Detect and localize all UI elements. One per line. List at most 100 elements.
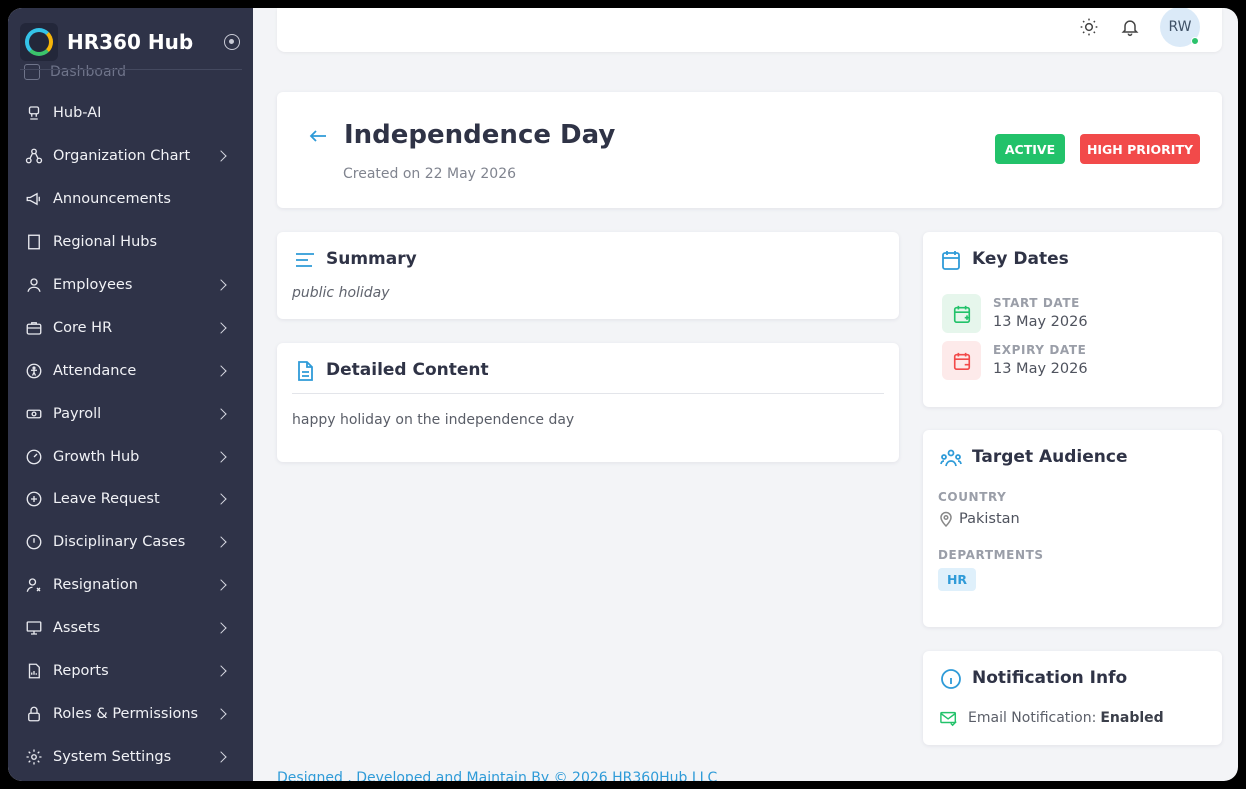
money-icon bbox=[24, 404, 44, 424]
sidebar-item-reports[interactable]: Reports bbox=[8, 650, 253, 693]
sidebar-divider bbox=[20, 69, 242, 70]
info-icon bbox=[940, 668, 962, 690]
map-pin-icon bbox=[940, 511, 952, 527]
chevron-right-icon bbox=[215, 751, 227, 763]
user-avatar[interactable]: RW bbox=[1160, 8, 1200, 47]
footer-credit: Designed , Developed and Maintain By © 2… bbox=[277, 770, 718, 781]
sidebar-item-announcements[interactable]: Announcements bbox=[8, 178, 253, 221]
sidebar-item-label: Organization Chart bbox=[53, 148, 191, 165]
departments-label: DEPARTMENTS bbox=[938, 548, 1044, 562]
sidebar-item-assets[interactable]: Assets bbox=[8, 607, 253, 650]
detailed-content-text: happy holiday on the independence day bbox=[292, 412, 575, 428]
sidebar-item-regional-hubs[interactable]: Regional Hubs bbox=[8, 221, 253, 264]
plus-circle-icon bbox=[24, 489, 44, 509]
chevron-right-icon bbox=[215, 408, 227, 420]
sidebar-toggle-icon[interactable] bbox=[224, 34, 240, 50]
sidebar-item-label: Regional Hubs bbox=[53, 234, 158, 251]
detailed-content-heading: Detailed Content bbox=[326, 360, 489, 380]
app-name: HR360 Hub bbox=[67, 30, 194, 54]
sidebar-item-label: Leave Request bbox=[53, 491, 160, 508]
page-title: Independence Day bbox=[344, 120, 616, 150]
robot-icon bbox=[24, 103, 44, 123]
briefcase-icon bbox=[24, 318, 44, 338]
sidebar-item-label: Announcements bbox=[53, 191, 171, 208]
theme-toggle-sun-icon[interactable] bbox=[1079, 17, 1099, 37]
lock-icon bbox=[24, 704, 44, 724]
sidebar-item-label: Resignation bbox=[53, 577, 138, 594]
sidebar-item-label: Hub-AI bbox=[53, 105, 102, 122]
expiry-date-label: EXPIRY DATE bbox=[993, 343, 1087, 357]
sidebar-item-label: Dashboard bbox=[50, 64, 126, 80]
sidebar-item-label: Reports bbox=[53, 663, 109, 680]
status-badge: ACTIVE bbox=[995, 134, 1065, 164]
sidebar-item-disciplinary-cases[interactable]: Disciplinary Cases bbox=[8, 521, 253, 564]
key-dates-heading: Key Dates bbox=[972, 249, 1069, 269]
online-status-indicator bbox=[1191, 37, 1199, 45]
org-chart-icon bbox=[24, 146, 44, 166]
sidebar-item-dashboard[interactable]: Dashboard bbox=[24, 64, 126, 80]
email-notification-row: Email Notification: Enabled bbox=[940, 709, 1164, 727]
announcement-header-card: Independence Day Created on 22 May 2026 … bbox=[277, 92, 1222, 208]
chevron-right-icon bbox=[215, 665, 227, 677]
sidebar-item-roles-permissions[interactable]: Roles & Permissions bbox=[8, 692, 253, 735]
chevron-right-icon bbox=[215, 365, 227, 377]
sidebar-item-label: System Settings bbox=[53, 748, 172, 765]
start-date-value: 13 May 2026 bbox=[993, 314, 1088, 330]
chevron-right-icon bbox=[215, 450, 227, 463]
alert-circle-icon bbox=[24, 532, 44, 552]
sidebar-item-label: Growth Hub bbox=[53, 448, 140, 465]
calendar-icon bbox=[940, 249, 962, 271]
back-arrow-icon[interactable] bbox=[309, 128, 327, 142]
chevron-right-icon bbox=[215, 279, 227, 291]
top-bar: RW bbox=[277, 8, 1222, 52]
sidebar-item-label: Roles & Permissions bbox=[53, 705, 199, 722]
megaphone-icon bbox=[24, 189, 44, 209]
start-date-label: START DATE bbox=[993, 296, 1080, 310]
sidebar-item-leave-request[interactable]: Leave Request bbox=[8, 478, 253, 521]
sidebar-item-system-settings[interactable]: System Settings bbox=[8, 735, 253, 778]
brand[interactable]: HR360 Hub bbox=[20, 16, 242, 68]
sidebar-item-resignation[interactable]: Resignation bbox=[8, 564, 253, 607]
country-label: COUNTRY bbox=[938, 490, 1007, 504]
calendar-minus-icon bbox=[942, 341, 981, 380]
summary-card: Summary public holiday bbox=[277, 232, 899, 319]
dashboard-icon bbox=[24, 64, 40, 80]
chevron-right-icon bbox=[215, 536, 227, 549]
sidebar-item-organization-chart[interactable]: Organization Chart bbox=[8, 135, 253, 178]
sidebar-item-label: Core HR bbox=[53, 319, 113, 336]
chevron-right-icon bbox=[215, 579, 227, 591]
sidebar-item-payroll[interactable]: Payroll bbox=[8, 392, 253, 435]
chevron-right-icon bbox=[215, 622, 227, 634]
chevron-right-icon bbox=[215, 150, 227, 162]
target-audience-card: Target Audience COUNTRY Pakistan DEPARTM… bbox=[923, 430, 1222, 627]
document-icon bbox=[294, 360, 316, 382]
lines-icon bbox=[294, 249, 316, 271]
notifications-bell-icon[interactable] bbox=[1120, 17, 1140, 37]
summary-text: public holiday bbox=[292, 285, 390, 301]
person-circle-icon bbox=[24, 361, 44, 381]
notification-info-card: Notification Info Email Notification: En… bbox=[923, 651, 1222, 745]
expiry-date-row: EXPIRY DATE 13 May 2026 bbox=[942, 341, 1202, 381]
building-icon bbox=[24, 232, 44, 252]
country-value: Pakistan bbox=[938, 511, 1020, 527]
sidebar-item-attendance[interactable]: Attendance bbox=[8, 349, 253, 392]
sidebar-nav: Hub-AI Organization Chart Announcements … bbox=[8, 92, 253, 778]
target-audience-heading: Target Audience bbox=[972, 447, 1128, 467]
chevron-right-icon bbox=[215, 708, 227, 720]
sidebar-item-employees[interactable]: Employees bbox=[8, 264, 253, 307]
sidebar-item-growth-hub[interactable]: Growth Hub bbox=[8, 435, 253, 478]
email-notification-label: Email Notification: bbox=[968, 710, 1097, 726]
report-icon bbox=[24, 661, 44, 681]
mail-check-icon bbox=[940, 711, 957, 727]
sidebar-item-core-hr[interactable]: Core HR bbox=[8, 306, 253, 349]
start-date-row: START DATE 13 May 2026 bbox=[942, 294, 1202, 334]
created-date: Created on 22 May 2026 bbox=[343, 166, 517, 182]
priority-badge: HIGH PRIORITY bbox=[1080, 134, 1200, 164]
app-frame: HR360 Hub Dashboard Hub-AI Organization … bbox=[8, 8, 1238, 781]
avatar-initials: RW bbox=[1168, 19, 1192, 35]
user-x-icon bbox=[24, 575, 44, 595]
key-dates-card: Key Dates START DATE 13 May 2026 EXPIRY … bbox=[923, 232, 1222, 407]
gear-icon bbox=[24, 747, 44, 767]
sidebar-item-hub-ai[interactable]: Hub-AI bbox=[8, 92, 253, 135]
chevron-right-icon bbox=[215, 322, 227, 334]
